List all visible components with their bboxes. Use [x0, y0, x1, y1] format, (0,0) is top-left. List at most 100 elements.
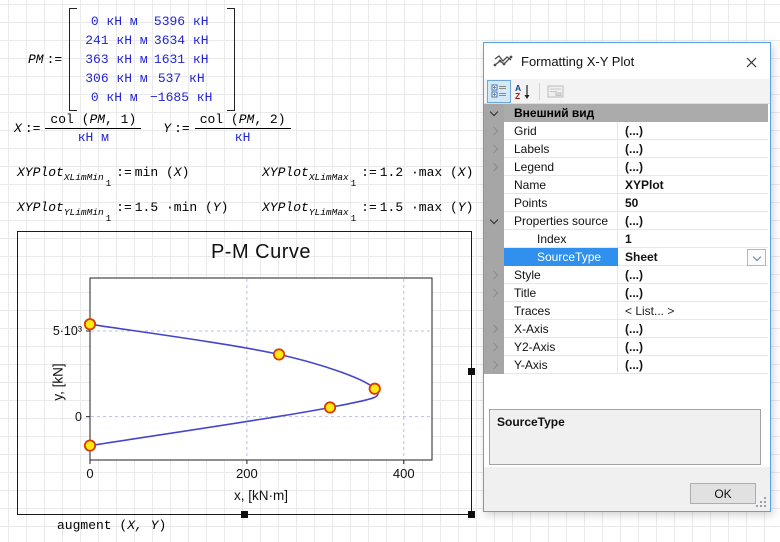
- ylimmax-region[interactable]: XYPlotYLimMax1:=1.5 ·max (Y): [262, 200, 473, 224]
- category-row-appearance[interactable]: Внешний вид: [484, 104, 768, 122]
- xy-definitions-region[interactable]: X := col (PM, 1) кН м Y := col (PM, 2) к…: [14, 112, 293, 145]
- property-value[interactable]: (...): [618, 212, 768, 230]
- limit-factor: 1.5 ·: [380, 200, 419, 215]
- resize-grip[interactable]: [764, 505, 766, 507]
- chevron-right-icon[interactable]: [490, 270, 498, 278]
- property-row-name[interactable]: NameXYPlot: [484, 176, 768, 194]
- property-row-y2-axis[interactable]: Y2-Axis(...): [484, 338, 768, 356]
- property-row-labels[interactable]: Labels(...): [484, 140, 768, 158]
- assign-operator: :=: [22, 121, 44, 136]
- chevron-right-icon[interactable]: [490, 342, 498, 350]
- x-fraction: col (PM, 1) кН м: [45, 112, 141, 145]
- svg-text:Z: Z: [515, 91, 520, 100]
- matrix-cell[interactable]: 0 кН м: [85, 88, 143, 107]
- chevron-right-icon[interactable]: [490, 324, 498, 332]
- ok-button[interactable]: OK: [690, 483, 756, 504]
- matrix-cell[interactable]: 363 кН м: [85, 50, 143, 69]
- property-grid: Внешний вид Grid(...) Labels(...) Legend…: [484, 104, 768, 409]
- matrix-cell[interactable]: 1631 кН: [143, 50, 219, 69]
- chevron-right-icon[interactable]: [490, 162, 498, 170]
- assign-operator: :=: [358, 200, 380, 215]
- y-var: Y: [163, 121, 171, 136]
- col-arg-index: , 2): [254, 112, 285, 127]
- matrix-cell[interactable]: −1685 кН: [143, 88, 219, 107]
- limit-func: min: [135, 165, 158, 180]
- property-value[interactable]: (...): [618, 266, 768, 284]
- property-value[interactable]: (...): [618, 320, 768, 338]
- property-value[interactable]: (...): [618, 122, 768, 140]
- xlimmin-region[interactable]: XYPlotXLimMin1:=min (X): [17, 165, 189, 189]
- x-axis-label[interactable]: x, [kN·m]: [90, 488, 432, 503]
- property-value[interactable]: (...): [618, 140, 768, 158]
- chevron-right-icon[interactable]: [490, 126, 498, 134]
- limit-subscript: YLimMax: [309, 207, 349, 218]
- matrix-cell[interactable]: 0 кН м: [85, 12, 143, 31]
- mathcad-worksheet: PM := 0 кН м5396 кН 241 кН м3634 кН 363 …: [0, 0, 780, 542]
- property-value[interactable]: 50: [618, 194, 768, 212]
- x-var: X: [14, 121, 22, 136]
- property-row-title[interactable]: Title(...): [484, 284, 768, 302]
- property-row-sourcetype[interactable]: SourceTypeSheet: [484, 248, 768, 266]
- resize-handle-corner[interactable]: [468, 511, 475, 518]
- chevron-right-icon[interactable]: [490, 288, 498, 296]
- property-value[interactable]: XYPlot: [618, 176, 768, 194]
- xlimmax-region[interactable]: XYPlotXLimMax1:=1.2 ·max (X): [262, 165, 473, 189]
- property-value[interactable]: (...): [618, 356, 768, 374]
- matrix-cell[interactable]: 3634 кН: [143, 31, 219, 50]
- property-value[interactable]: < List... >: [618, 302, 768, 320]
- limit-index: 1: [106, 179, 111, 189]
- limit-index: 1: [351, 214, 356, 224]
- property-name: Properties source: [504, 212, 618, 230]
- property-row-index[interactable]: Index1: [484, 230, 768, 248]
- assign-operator: :=: [113, 165, 135, 180]
- matrix-cell[interactable]: 5396 кН: [143, 12, 219, 31]
- property-row-y-axis[interactable]: Y-Axis(...): [484, 356, 768, 374]
- limit-subscript: XLimMin: [64, 172, 104, 183]
- chevron-down-icon[interactable]: [490, 107, 498, 115]
- y-fraction: col (PM, 2) кН: [195, 112, 291, 145]
- sort-alphabetical-icon[interactable]: A Z: [512, 81, 534, 102]
- property-value[interactable]: (...): [618, 284, 768, 302]
- property-value[interactable]: (...): [618, 338, 768, 356]
- matrix-cell[interactable]: 537 кН: [143, 69, 219, 88]
- limit-func: max: [419, 165, 442, 180]
- ylimmin-region[interactable]: XYPlotYLimMin1:=1.5 ·min (Y): [17, 200, 228, 224]
- limit-arg: Y: [458, 200, 466, 215]
- matrix-var: PM: [28, 52, 44, 67]
- property-name: Legend: [504, 158, 618, 176]
- property-value[interactable]: (...): [618, 158, 768, 176]
- matrix-cell[interactable]: 306 кН м: [85, 69, 143, 88]
- limit-var: XYPlot: [17, 165, 64, 180]
- augment-region[interactable]: augment (X, Y): [57, 518, 166, 533]
- property-row-legend[interactable]: Legend(...): [484, 158, 768, 176]
- paren: ): [466, 165, 474, 180]
- chevron-right-icon[interactable]: [490, 360, 498, 368]
- resize-handle-right[interactable]: [468, 368, 475, 375]
- property-row-x-axis[interactable]: X-Axis(...): [484, 320, 768, 338]
- x-tick-label: 200: [236, 466, 258, 481]
- property-row-traces[interactable]: Traces< List... >: [484, 302, 768, 320]
- property-value[interactable]: 1: [618, 230, 768, 248]
- property-pages-icon: [544, 81, 566, 102]
- categorized-view-icon[interactable]: [487, 80, 511, 103]
- property-row-points[interactable]: Points50: [484, 194, 768, 212]
- limit-index: 1: [106, 214, 111, 224]
- property-row-properties-source[interactable]: Properties source(...): [484, 212, 768, 230]
- plot-title[interactable]: P-M Curve: [90, 241, 432, 264]
- chevron-down-icon[interactable]: [490, 215, 498, 223]
- dialog-titlebar[interactable]: Formatting X-Y Plot: [484, 43, 770, 79]
- property-name: X-Axis: [504, 320, 618, 338]
- dropdown-button[interactable]: [747, 249, 766, 266]
- property-value[interactable]: Sheet: [618, 248, 768, 266]
- property-name: Y2-Axis: [504, 338, 618, 356]
- resize-handle-bottom[interactable]: [241, 511, 248, 518]
- matrix-cell[interactable]: 241 кН м: [85, 31, 143, 50]
- property-row-style[interactable]: Style(...): [484, 266, 768, 284]
- property-row-grid[interactable]: Grid(...): [484, 122, 768, 140]
- x-unit: кН м: [45, 129, 141, 145]
- property-name: SourceType: [504, 248, 618, 266]
- chevron-right-icon[interactable]: [490, 144, 498, 152]
- close-icon[interactable]: [742, 53, 760, 71]
- xy-plot-region[interactable]: P-M Curve x, [kN·m] y, [kN] 0200400 5·10…: [17, 231, 472, 515]
- matrix-definition-region[interactable]: PM := 0 кН м5396 кН 241 кН м3634 кН 363 …: [28, 8, 235, 111]
